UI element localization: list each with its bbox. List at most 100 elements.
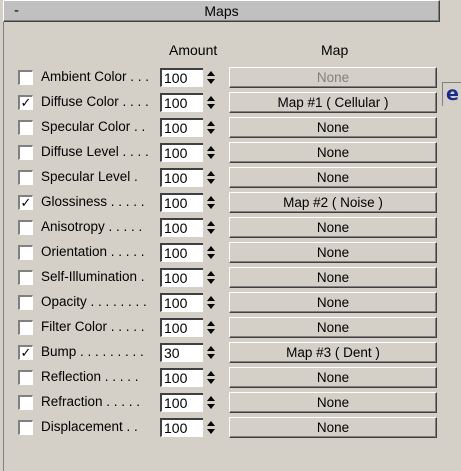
- map-button[interactable]: None: [229, 117, 437, 138]
- spinner-up-icon[interactable]: [207, 396, 215, 401]
- spinner-up-icon[interactable]: [207, 371, 215, 376]
- checkbox[interactable]: [18, 145, 33, 160]
- amount-spinner[interactable]: [203, 143, 219, 162]
- amount-spinner[interactable]: [203, 418, 219, 437]
- checkbox[interactable]: [18, 170, 33, 185]
- amount-field[interactable]: 100: [160, 68, 204, 87]
- amount-spinner[interactable]: [203, 218, 219, 237]
- spinner-down-icon[interactable]: [207, 404, 215, 409]
- spinner-up-icon[interactable]: [207, 346, 215, 351]
- amount-spinner[interactable]: [203, 68, 219, 87]
- checkbox[interactable]: [18, 220, 33, 235]
- maps-rollout-header[interactable]: - Maps: [3, 0, 440, 22]
- map-button[interactable]: None: [229, 167, 437, 188]
- rollout-title: Maps: [204, 3, 239, 19]
- amount-spinner[interactable]: [203, 268, 219, 287]
- checkbox[interactable]: [18, 395, 33, 410]
- amount-spinner[interactable]: [203, 118, 219, 137]
- map-button[interactable]: None: [229, 242, 437, 263]
- map-button[interactable]: None: [229, 217, 437, 238]
- spinner-up-icon[interactable]: [207, 271, 215, 276]
- channel-label: Diffuse Level . . . .: [41, 144, 149, 159]
- checkbox[interactable]: [18, 295, 33, 310]
- channel-label: Displacement . .: [41, 419, 138, 434]
- spinner-down-icon[interactable]: [207, 354, 215, 359]
- map-button[interactable]: None: [229, 417, 437, 438]
- checkbox[interactable]: [18, 370, 33, 385]
- amount-field[interactable]: 100: [160, 168, 204, 187]
- amount-field[interactable]: 100: [160, 93, 204, 112]
- amount-field[interactable]: 100: [160, 268, 204, 287]
- amount-field[interactable]: 100: [160, 318, 204, 337]
- spinner-up-icon[interactable]: [207, 421, 215, 426]
- spinner-up-icon[interactable]: [207, 196, 215, 201]
- spinner-up-icon[interactable]: [207, 121, 215, 126]
- channel-label: Orientation . . . . .: [41, 244, 145, 259]
- checkbox[interactable]: [18, 420, 33, 435]
- map-button[interactable]: None: [229, 292, 437, 313]
- map-button[interactable]: None: [229, 67, 437, 88]
- checkbox[interactable]: [18, 320, 33, 335]
- amount-spinner[interactable]: [203, 343, 219, 362]
- amount-spinner[interactable]: [203, 318, 219, 337]
- amount-field[interactable]: 100: [160, 368, 204, 387]
- map-button[interactable]: None: [229, 317, 437, 338]
- amount-spinner[interactable]: [203, 393, 219, 412]
- amount-spinner[interactable]: [203, 243, 219, 262]
- checkbox[interactable]: ✓: [18, 95, 33, 110]
- spinner-down-icon[interactable]: [207, 379, 215, 384]
- spinner-down-icon[interactable]: [207, 229, 215, 234]
- spinner-down-icon[interactable]: [207, 154, 215, 159]
- amount-field[interactable]: 100: [160, 243, 204, 262]
- amount-field[interactable]: 100: [160, 118, 204, 137]
- spinner-down-icon[interactable]: [207, 304, 215, 309]
- map-button[interactable]: Map #3 ( Dent ): [229, 342, 437, 363]
- spinner-down-icon[interactable]: [207, 204, 215, 209]
- checkbox[interactable]: [18, 70, 33, 85]
- amount-spinner[interactable]: [203, 293, 219, 312]
- spinner-down-icon[interactable]: [207, 179, 215, 184]
- map-button[interactable]: None: [229, 367, 437, 388]
- amount-field[interactable]: 100: [160, 293, 204, 312]
- channel-label: Opacity . . . . . . . .: [41, 294, 147, 309]
- map-button[interactable]: None: [229, 142, 437, 163]
- checkbox[interactable]: ✓: [18, 345, 33, 360]
- amount-spinner[interactable]: [203, 168, 219, 187]
- amount-field[interactable]: 100: [160, 193, 204, 212]
- spinner-down-icon[interactable]: [207, 104, 215, 109]
- spinner-up-icon[interactable]: [207, 96, 215, 101]
- amount-field[interactable]: 30: [160, 343, 204, 362]
- map-button[interactable]: Map #1 ( Cellular ): [229, 92, 437, 113]
- spinner-down-icon[interactable]: [207, 79, 215, 84]
- spinner-up-icon[interactable]: [207, 321, 215, 326]
- spinner-up-icon[interactable]: [207, 171, 215, 176]
- channel-label: Reflection . . . . .: [41, 369, 139, 384]
- spinner-up-icon[interactable]: [207, 296, 215, 301]
- amount-field[interactable]: 100: [160, 143, 204, 162]
- amount-spinner[interactable]: [203, 193, 219, 212]
- channel-label: Specular Level .: [41, 169, 138, 184]
- amount-spinner[interactable]: [203, 368, 219, 387]
- amount-field[interactable]: 100: [160, 218, 204, 237]
- checkbox[interactable]: ✓: [18, 195, 33, 210]
- spinner-up-icon[interactable]: [207, 71, 215, 76]
- amount-field[interactable]: 100: [160, 418, 204, 437]
- map-button[interactable]: None: [229, 267, 437, 288]
- spinner-up-icon[interactable]: [207, 146, 215, 151]
- spinner-down-icon[interactable]: [207, 129, 215, 134]
- checkbox[interactable]: [18, 120, 33, 135]
- map-button[interactable]: Map #2 ( Noise ): [229, 192, 437, 213]
- map-button[interactable]: None: [229, 392, 437, 413]
- spinner-down-icon[interactable]: [207, 429, 215, 434]
- amount-field[interactable]: 100: [160, 393, 204, 412]
- map-row-specular-level: Specular Level . 100 None: [0, 166, 461, 190]
- spinner-down-icon[interactable]: [207, 329, 215, 334]
- spinner-down-icon[interactable]: [207, 254, 215, 259]
- map-row-ambient-color: Ambient Color . . . 100 None: [0, 66, 461, 90]
- spinner-up-icon[interactable]: [207, 221, 215, 226]
- checkbox[interactable]: [18, 270, 33, 285]
- checkbox[interactable]: [18, 245, 33, 260]
- amount-spinner[interactable]: [203, 93, 219, 112]
- spinner-down-icon[interactable]: [207, 279, 215, 284]
- spinner-up-icon[interactable]: [207, 246, 215, 251]
